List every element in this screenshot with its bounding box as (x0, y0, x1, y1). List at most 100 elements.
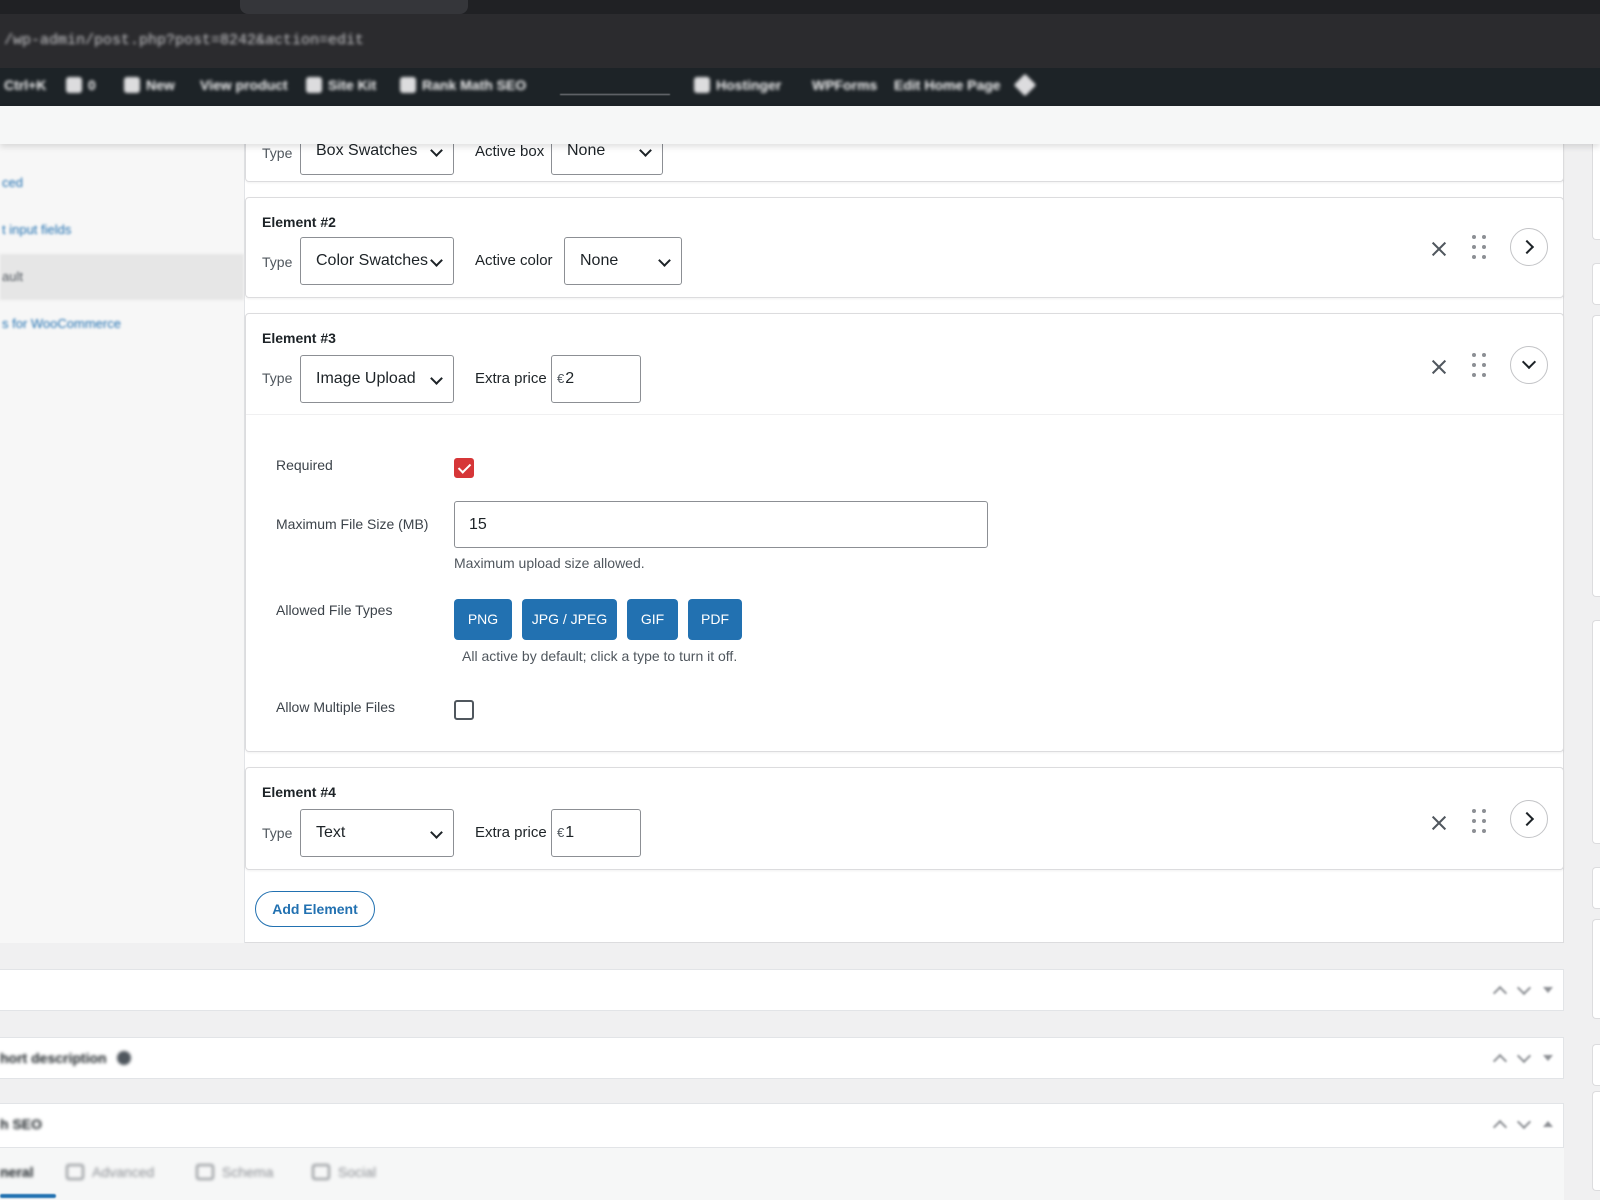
element-title: Element #3 (262, 330, 336, 346)
toggle-panel-icon[interactable] (1543, 1121, 1553, 1127)
drag-handle-icon[interactable] (1470, 809, 1490, 835)
move-up-icon[interactable] (1492, 1053, 1508, 1069)
address-url: /wp-admin/post.php?post=8242&action=edit (4, 32, 365, 49)
sticky-header-strip (0, 106, 1600, 144)
plus-icon (124, 77, 140, 93)
remove-element-button[interactable] (1428, 238, 1450, 260)
element-title: Element #2 (262, 214, 336, 230)
product-tab-input-fields[interactable]: t input fields (0, 207, 244, 253)
product-tab-default[interactable]: ault (0, 254, 244, 300)
element-card-4: Element #4 Type Text Extra price €1 (245, 767, 1564, 870)
cart-icon (196, 1164, 214, 1180)
type-select[interactable]: Text (300, 809, 454, 857)
admin-bar-comments[interactable]: 0 (66, 77, 96, 93)
allow-multiple-files-checkbox[interactable] (454, 700, 474, 720)
postbox-title: hort description (0, 1050, 131, 1066)
collapse-element-button[interactable] (1510, 346, 1548, 384)
help-icon[interactable] (116, 1051, 131, 1065)
rank-math-icon (400, 77, 416, 93)
max-file-size-input[interactable]: 15 (454, 501, 988, 548)
extra-price-input[interactable]: €2 (551, 355, 641, 403)
comment-icon (66, 77, 82, 93)
move-down-icon[interactable] (1516, 1048, 1532, 1064)
diamond-icon (1013, 73, 1036, 97)
rank-math-tabs: neral Advanced Schema Social (0, 1147, 1564, 1200)
type-label: Type (262, 370, 293, 386)
postbox-controls (1492, 980, 1553, 1001)
sidebar-box (1592, 315, 1600, 597)
rank-math-tab-advanced[interactable]: Advanced (66, 1164, 154, 1180)
admin-bar-rank-math[interactable]: Rank Math SEO (400, 77, 526, 93)
element-card-3: Element #3 Type Image Upload Extra price… (245, 313, 1564, 752)
postbox-title: h SEO (0, 1116, 43, 1132)
file-types-help: All active by default; click a type to t… (462, 648, 738, 664)
add-element-button[interactable]: Add Element (255, 891, 375, 927)
remove-element-button[interactable] (1428, 356, 1450, 378)
sidebar-box (1592, 1044, 1600, 1086)
move-down-icon[interactable] (1516, 980, 1532, 996)
briefcase-icon (66, 1164, 84, 1180)
rank-math-tab-schema[interactable]: Schema (196, 1164, 273, 1180)
element-options: Required Maximum File Size (MB) 15 Maxim… (246, 414, 1563, 748)
element-card-2: Element #2 Type Color Swatches Active co… (245, 197, 1564, 298)
currency-symbol: € (557, 825, 565, 840)
sidebar-box (1592, 620, 1600, 844)
extra-price-label: Extra price (475, 824, 547, 841)
sidebar-box (1592, 867, 1600, 909)
move-up-icon[interactable] (1492, 1119, 1508, 1135)
browser-address-bar[interactable]: /wp-admin/post.php?post=8242&action=edit (0, 14, 1600, 68)
product-tab-woocommerce[interactable]: s for WooCommerce (0, 301, 244, 347)
browser-tab-strip (0, 0, 1600, 14)
max-file-size-label: Maximum File Size (MB) (276, 516, 429, 532)
move-down-icon[interactable] (1516, 1114, 1532, 1130)
admin-bar-site-kit[interactable]: Site Kit (306, 77, 376, 93)
admin-bar-wpforms[interactable]: WPForms (812, 77, 877, 93)
move-up-icon[interactable] (1492, 985, 1508, 1001)
remove-element-button[interactable] (1428, 812, 1450, 834)
google-icon (306, 77, 322, 93)
sidebar-box (1592, 1091, 1600, 1191)
chevron-right-icon (1519, 811, 1535, 827)
active-color-select[interactable]: None (564, 237, 682, 285)
file-type-png-button[interactable]: PNG (454, 599, 512, 640)
toggle-panel-icon[interactable] (1543, 987, 1553, 993)
type-select[interactable]: Image Upload (300, 355, 454, 403)
product-data-tabs: ced t input fields ault s for WooCommerc… (0, 140, 245, 943)
file-type-jpg-button[interactable]: JPG / JPEG (522, 599, 617, 640)
postbox-controls (1492, 1048, 1553, 1069)
admin-bar-command[interactable]: Ctrl+K (4, 77, 46, 93)
expand-element-button[interactable] (1510, 228, 1548, 266)
drag-handle-icon[interactable] (1470, 353, 1490, 379)
admin-bar-view-product[interactable]: View product (200, 77, 288, 93)
expand-element-button[interactable] (1510, 800, 1548, 838)
right-sidebar-edge (1592, 140, 1600, 1200)
toggle-panel-icon[interactable] (1543, 1055, 1553, 1061)
chevron-down-icon (1521, 354, 1537, 370)
active-box-label: Active box (475, 143, 545, 160)
allow-multiple-files-label: Allow Multiple Files (276, 699, 396, 715)
admin-bar-new[interactable]: New (124, 77, 175, 93)
allowed-file-types-label: Allowed File Types (276, 602, 393, 618)
chevron-down-icon (658, 254, 671, 267)
rank-math-tab-general[interactable]: neral (0, 1164, 33, 1180)
browser-tab[interactable] (240, 0, 468, 14)
chevron-right-icon (1519, 239, 1535, 255)
product-tab-advanced[interactable]: ced (0, 160, 244, 206)
type-label: Type (262, 145, 293, 161)
postbox-controls (1492, 1114, 1553, 1135)
file-type-pdf-button[interactable]: PDF (688, 599, 742, 640)
type-select[interactable]: Color Swatches (300, 237, 454, 285)
hostinger-icon (694, 77, 710, 93)
required-checkbox[interactable] (454, 458, 474, 478)
element-title: Element #4 (262, 784, 336, 800)
file-type-gif-button[interactable]: GIF (627, 599, 678, 640)
drag-handle-icon[interactable] (1470, 235, 1490, 261)
active-tab-indicator (0, 1194, 56, 1198)
wp-admin-bar: Ctrl+K 0 New View product Site Kit Rank … (0, 68, 1600, 106)
extra-price-input[interactable]: €1 (551, 809, 641, 857)
postbox-short-description: hort description (0, 1037, 1564, 1079)
admin-bar-hostinger[interactable]: Hostinger (694, 77, 781, 93)
admin-bar-edit-home[interactable]: Edit Home Page (894, 73, 1036, 97)
chevron-down-icon (430, 254, 443, 267)
rank-math-tab-social[interactable]: Social (312, 1164, 376, 1180)
